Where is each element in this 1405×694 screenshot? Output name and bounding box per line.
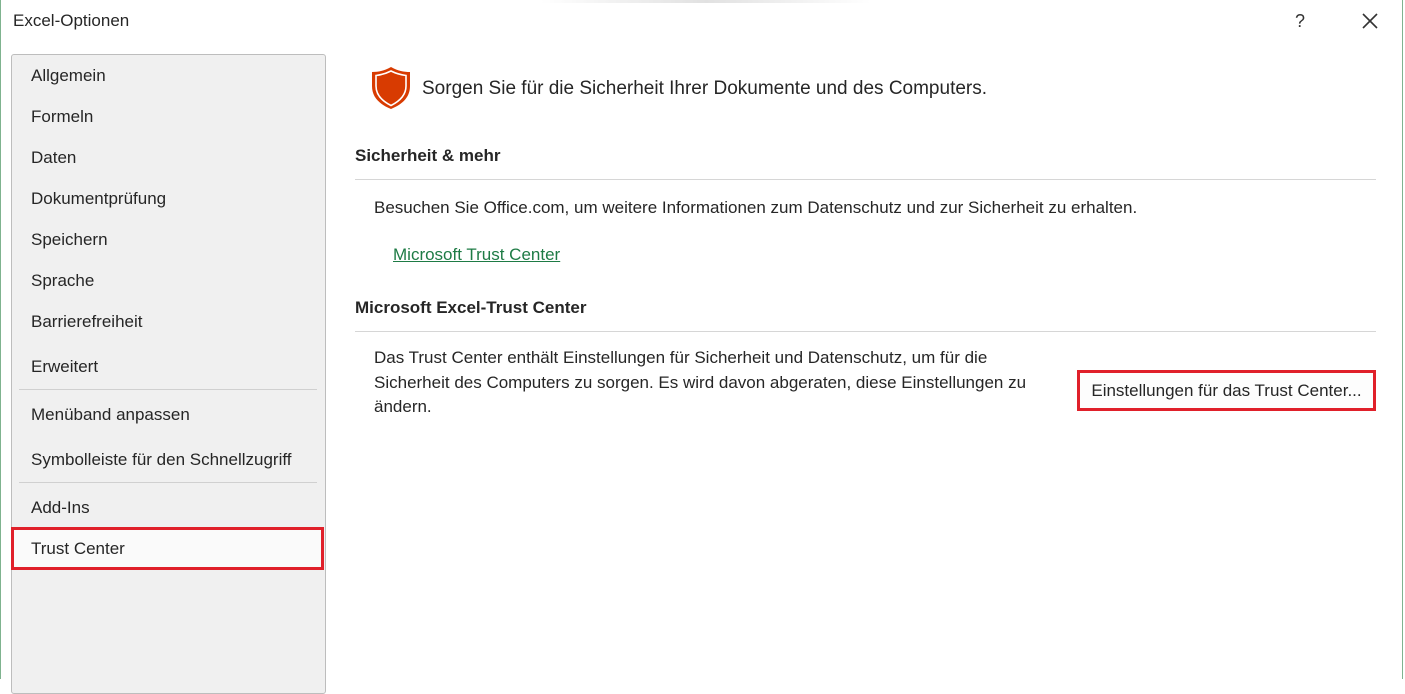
security-description: Besuchen Sie Office.com, um weitere Info…	[374, 198, 1138, 217]
sidebar-item-label: Trust Center	[31, 539, 125, 558]
trust-center-description-line: Das Trust Center enthält Einstellungen f…	[374, 348, 988, 367]
trust-center-description-line: ändern.	[374, 397, 432, 416]
sidebar-item-dokumentpruefung[interactable]: Dokumentprüfung	[31, 189, 166, 209]
section-title-security: Sicherheit & mehr	[355, 146, 501, 165]
sidebar-item-erweitert[interactable]: Erweitert	[31, 357, 98, 377]
close-icon	[1362, 13, 1378, 29]
page-heading: Sorgen Sie für die Sicherheit Ihrer Doku…	[422, 78, 988, 99]
sidebar-item-formeln[interactable]: Formeln	[31, 107, 93, 127]
section-divider	[355, 179, 1376, 180]
sidebar-item-barrierefreiheit[interactable]: Barrierefreiheit	[31, 312, 143, 332]
shield-icon	[372, 67, 410, 109]
trust-center-settings-button[interactable]: Einstellungen für das Trust Center...	[1077, 370, 1376, 411]
sidebar-item-daten[interactable]: Daten	[31, 148, 76, 168]
sidebar-item-trust-center[interactable]: Trust Center	[11, 527, 324, 570]
sidebar-item-menueband-anpassen[interactable]: Menüband anpassen	[31, 405, 190, 425]
help-button[interactable]: ?	[1287, 8, 1313, 34]
sidebar-divider	[19, 389, 317, 390]
section-title-trust-center: Microsoft Excel-Trust Center	[355, 298, 587, 317]
trust-center-description-line: Sicherheit des Computers zu sorgen. Es w…	[374, 372, 1027, 392]
sidebar-divider	[19, 482, 317, 483]
trust-center-description: Das Trust Center enthält Einstellungen f…	[374, 346, 1064, 420]
title-bar-glow	[541, 0, 871, 3]
close-button[interactable]	[1357, 8, 1383, 34]
options-sidebar: Allgemein Formeln Daten Dokumentprüfung …	[11, 54, 326, 694]
sidebar-item-add-ins[interactable]: Add-Ins	[31, 498, 90, 518]
sidebar-item-allgemein[interactable]: Allgemein	[31, 66, 106, 86]
sidebar-item-sprache[interactable]: Sprache	[31, 271, 94, 291]
sidebar-item-speichern[interactable]: Speichern	[31, 230, 108, 250]
microsoft-trust-center-link[interactable]: Microsoft Trust Center	[393, 245, 560, 265]
dialog-title: Excel-Optionen	[13, 11, 130, 30]
sidebar-item-symbolleiste[interactable]: Symbolleiste für den Schnellzugriff	[31, 450, 292, 470]
excel-options-dialog: Excel-Optionen ? Allgemein Formeln Daten…	[0, 0, 1403, 694]
section-divider	[355, 331, 1376, 332]
